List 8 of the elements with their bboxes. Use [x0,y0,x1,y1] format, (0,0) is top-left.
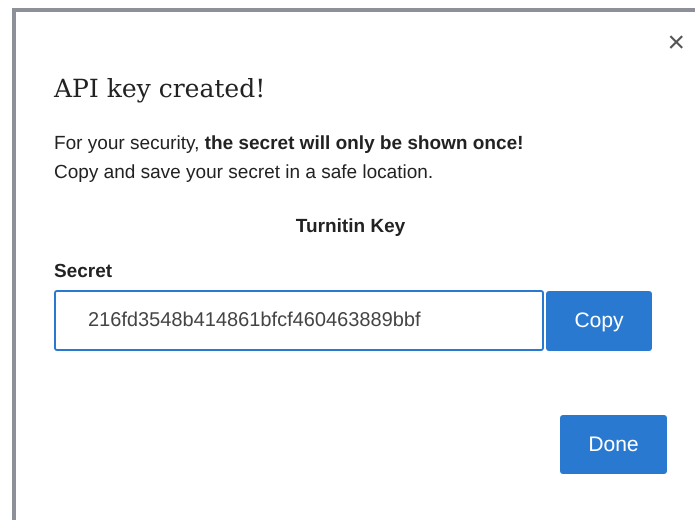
secret-label: Secret [54,260,114,284]
close-button[interactable]: × [665,28,687,58]
copy-button[interactable]: Copy [546,290,652,350]
done-button[interactable]: Done [560,415,667,474]
key-name: Turnitin Key [294,215,406,239]
dialog-title: API key created! [54,73,266,104]
secret-field[interactable]: 216fd3548b414861bfcf460463889bbf [54,290,544,351]
security-message: For your security, the secret will only be shown once! Copy and save your secret in a safe location. [54,132,524,185]
